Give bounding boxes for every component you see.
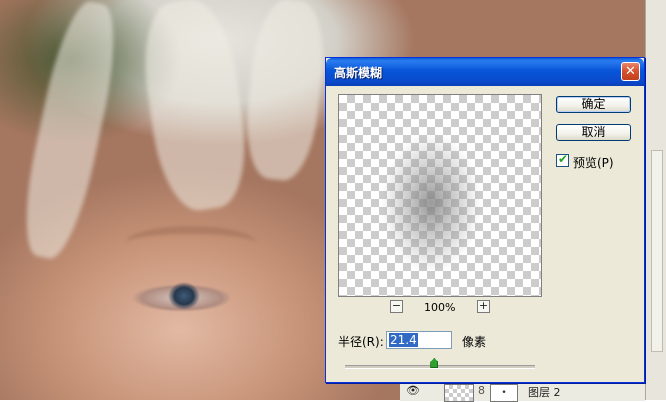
layer-thumbnail[interactable] bbox=[444, 384, 474, 402]
radius-row: 半径(R): 21.4 像素 bbox=[338, 331, 628, 351]
eye-icon[interactable]: 👁 bbox=[406, 385, 420, 397]
radius-unit: 像素 bbox=[462, 335, 487, 349]
zoom-level: 100% bbox=[424, 301, 456, 314]
preview-checkbox[interactable]: ✔ bbox=[556, 152, 569, 167]
cancel-button[interactable]: 取消 bbox=[556, 124, 631, 141]
hair-highlight bbox=[135, 0, 255, 216]
zoom-controls: − 100% + bbox=[338, 300, 542, 316]
layers-panel: 👁 8 • 图层 2 bbox=[400, 380, 645, 402]
eyebrow bbox=[126, 226, 256, 260]
dialog-titlebar[interactable]: 高斯模糊 ✕ bbox=[326, 58, 644, 86]
layer-mask-thumbnail[interactable]: • bbox=[490, 384, 518, 402]
radius-value: 21.4 bbox=[389, 333, 418, 347]
scrollbar-track[interactable] bbox=[651, 150, 663, 352]
zoom-in-button[interactable]: + bbox=[477, 300, 490, 313]
hair-highlight bbox=[13, 0, 127, 264]
gaussian-blur-dialog: 高斯模糊 ✕ − 100% + 确定 取消 ✔ 预览(P) 半径(R): 21.… bbox=[325, 57, 645, 383]
zoom-out-button[interactable]: − bbox=[390, 300, 403, 313]
app-scrollbar-strip bbox=[645, 0, 666, 400]
radius-slider-thumb[interactable] bbox=[430, 358, 439, 368]
checkmark-icon: ✔ bbox=[558, 152, 569, 166]
radius-label: 半径(R): bbox=[338, 335, 384, 349]
layer-name[interactable]: 图层 2 bbox=[528, 384, 561, 400]
ok-button[interactable]: 确定 bbox=[556, 96, 631, 113]
dialog-title: 高斯模糊 bbox=[334, 66, 383, 80]
close-icon: ✕ bbox=[625, 64, 636, 79]
radius-input[interactable]: 21.4 bbox=[386, 331, 452, 349]
chain-link-icon[interactable]: 8 bbox=[478, 384, 485, 397]
eye bbox=[132, 276, 230, 316]
preview-label: 预览(P) bbox=[573, 156, 614, 170]
close-button[interactable]: ✕ bbox=[621, 62, 640, 81]
hair-highlight bbox=[240, 0, 330, 184]
blur-preview-spot bbox=[381, 133, 481, 273]
preview-window[interactable] bbox=[338, 94, 542, 297]
radius-slider-track[interactable] bbox=[345, 365, 535, 369]
